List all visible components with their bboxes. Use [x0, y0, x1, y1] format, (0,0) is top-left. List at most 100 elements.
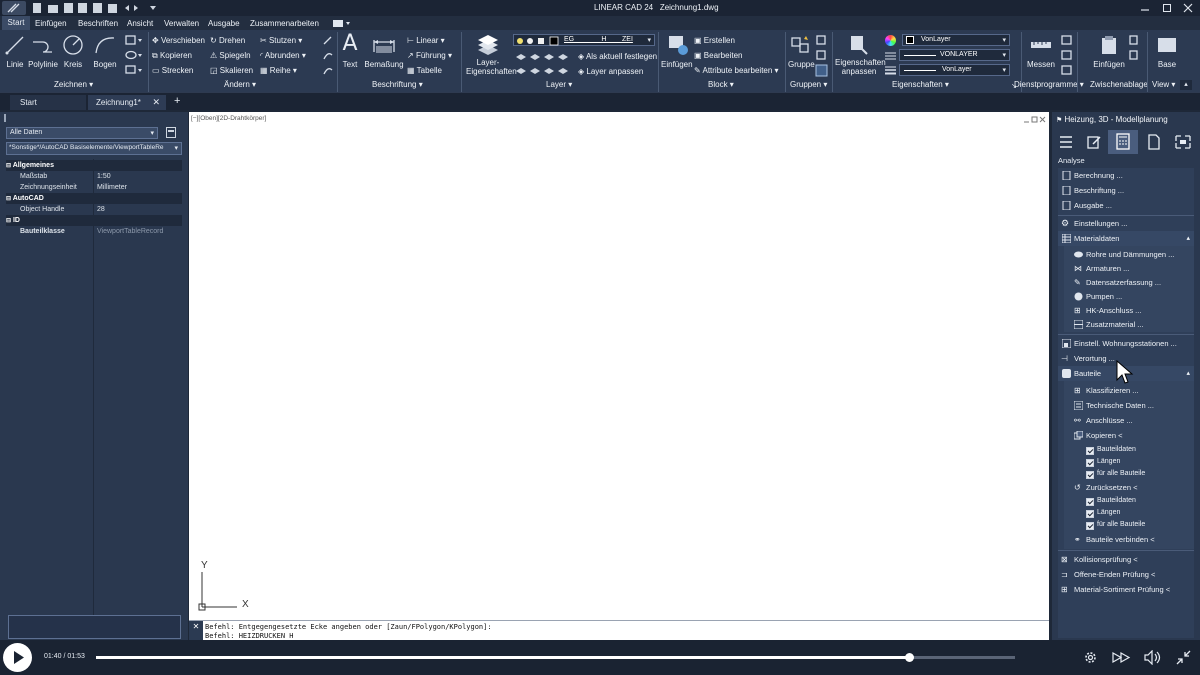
utility-icons[interactable] — [1060, 34, 1074, 80]
play-button[interactable] — [3, 643, 32, 672]
tab-zeichnung1[interactable]: Zeichnung1* ✕ — [88, 95, 166, 110]
filter-dropdown[interactable]: Alle Daten ▾ — [6, 127, 158, 139]
app-logo-icon[interactable] — [2, 1, 26, 15]
path-dropdown[interactable]: *Sonstige*/AutoCAD Basiselemente/Viewpor… — [6, 142, 182, 155]
group-label-gruppen[interactable]: Gruppen ▾ — [790, 80, 827, 89]
kopieren-item[interactable]: Kopieren < — [1058, 428, 1194, 443]
zurueck-bauteildaten-checkbox[interactable] — [1086, 498, 1094, 506]
close-tab-icon[interactable]: ✕ — [152, 95, 160, 110]
zurueck-laengen-checkbox[interactable] — [1086, 510, 1094, 518]
layer-set-current-button[interactable]: ◈ Als aktuell festlegen — [578, 52, 657, 61]
drehen-button[interactable]: ↻ Drehen — [210, 36, 245, 45]
tabelle-button[interactable]: ▦ Tabelle — [407, 66, 442, 75]
pumpen-item[interactable]: Pumpen ... — [1058, 289, 1194, 304]
draw-polyline-button[interactable]: Polylinie — [28, 34, 58, 70]
datensatz-item[interactable]: ✎ Datensatzerfassung ... — [1058, 275, 1194, 290]
prop-row[interactable]: Zeichnungseinheit Millimeter — [6, 182, 182, 193]
match-properties-button[interactable]: Eigenschaften anpassen — [835, 34, 886, 76]
kopieren-bauteildaten-checkbox[interactable] — [1086, 447, 1094, 455]
playback-speed-icon[interactable] — [1112, 650, 1132, 665]
kopieren-laengen-checkbox[interactable] — [1086, 459, 1094, 467]
group-label-block[interactable]: Block ▾ — [708, 80, 734, 89]
color-combo[interactable]: VonLayer ▾ — [902, 34, 1010, 46]
material-sortiment-item[interactable]: ⊞ Material-Sortiment Prüfung < — [1058, 582, 1194, 597]
close-button[interactable] — [1183, 3, 1193, 13]
beschriftung-item[interactable]: Beschriftung ... — [1058, 183, 1194, 198]
paste-button[interactable]: Einfügen — [1092, 34, 1126, 74]
armaturen-item[interactable]: ⋈ Armaturen ... — [1058, 261, 1194, 276]
network-icon[interactable] — [1174, 134, 1192, 150]
block-edit-button[interactable]: ▣ Bearbeiten — [694, 51, 742, 60]
kopieren-button[interactable]: ⧉ Kopieren — [152, 51, 192, 61]
group-label-layer[interactable]: Layer ▾ — [546, 80, 572, 89]
command-close-icon[interactable]: ✕ — [189, 621, 203, 641]
block-insert-button[interactable]: Einfügen — [661, 34, 693, 74]
maximize-button[interactable] — [1162, 3, 1172, 13]
kollisionspruefung-item[interactable]: ⊠ Kollisionsprüfung < — [1058, 552, 1194, 567]
panel-grip[interactable] — [4, 114, 6, 122]
bauteile-verbinden-item[interactable]: ⚭ Bauteile verbinden < — [1058, 532, 1194, 547]
prop-row[interactable]: Object Handle 28 — [6, 204, 182, 215]
linear-button[interactable]: ⊢ Linear ▾ — [407, 36, 445, 45]
zusatzmaterial-item[interactable]: Zusatzmaterial ... — [1058, 317, 1194, 332]
section-autocad[interactable]: ⊟ AutoCAD — [6, 193, 182, 204]
filter-settings-icon[interactable] — [166, 127, 176, 138]
measure-button[interactable]: Messen — [1025, 34, 1057, 74]
prop-row[interactable]: Bauteilklasse ViewportTableRecord — [6, 226, 182, 237]
section-allgemeines[interactable]: ⊟ Allgemeines — [6, 160, 182, 171]
tab-start-doc[interactable]: Start — [10, 95, 86, 110]
prop-row[interactable]: Maßstab 1:50 — [6, 171, 182, 182]
offene-enden-item[interactable]: ⊐ Offene-Enden Prüfung < — [1058, 567, 1194, 582]
text-button[interactable]: A Text — [340, 32, 360, 72]
reihe-button[interactable]: ▦ Reihe ▾ — [260, 66, 297, 75]
spiegeln-button[interactable]: ⚠ Spiegeln — [210, 51, 251, 60]
anschluesse-item[interactable]: ⚯ Anschlüsse ... — [1058, 413, 1194, 428]
materialdaten-header[interactable]: Materialdaten ▴ — [1058, 231, 1194, 246]
draw-extra-tools[interactable] — [124, 34, 146, 74]
linetype-combo[interactable]: VONLAYER ▾ — [899, 49, 1010, 61]
menu-icon[interactable] — [1058, 134, 1074, 150]
fuehrung-button[interactable]: ↗ Führung ▾ — [407, 51, 452, 60]
draw-line-button[interactable]: Linie — [4, 34, 26, 70]
group-label-eigenschaften[interactable]: Eigenschaften ▾ — [892, 80, 949, 89]
layer-combo[interactable]: EG_______H____ZEI ▾ — [513, 34, 655, 46]
group-tools-icons[interactable] — [815, 34, 829, 80]
base-view-button[interactable]: Base — [1152, 34, 1182, 74]
new-tab-button[interactable]: + — [174, 95, 180, 108]
volume-icon[interactable] — [1144, 650, 1162, 665]
strecken-button[interactable]: ▭ Strecken — [152, 66, 193, 75]
stutzen-button[interactable]: ✂ Stutzen ▾ — [260, 36, 302, 45]
tab-start[interactable]: Start — [2, 16, 30, 30]
lineweight-combo[interactable]: VonLayer ▾ — [899, 64, 1010, 76]
calculator-icon[interactable] — [1108, 130, 1138, 154]
wohnungsstationen-item[interactable]: Einstell. Wohnungsstationen ... — [1058, 336, 1194, 351]
hk-anschluss-item[interactable]: ⊞ HK-Anschluss ... — [1058, 303, 1194, 318]
kopieren-alle-checkbox[interactable] — [1086, 471, 1094, 479]
clipboard-icons[interactable] — [1128, 34, 1140, 74]
draw-circle-button[interactable]: Kreis — [60, 34, 86, 70]
drawing-canvas[interactable]: [−][Oben][2D-Drahtkörper] Y X — [189, 112, 1049, 620]
technische-daten-item[interactable]: Technische Daten ... — [1058, 398, 1194, 413]
group-label-dienstprogramme[interactable]: Dienstprogramme ▾ — [1014, 80, 1084, 89]
tab-ansicht[interactable]: Ansicht — [127, 19, 153, 28]
progress-handle[interactable] — [905, 653, 915, 662]
edit-icon[interactable] — [1086, 134, 1102, 150]
abrunden-button[interactable]: ◜ Abrunden ▾ — [260, 51, 306, 60]
group-label-aendern[interactable]: Ändern ▾ — [224, 80, 256, 89]
minimize-button[interactable] — [1140, 3, 1150, 13]
section-id[interactable]: ⊟ ID — [6, 215, 182, 226]
layer-properties-button[interactable]: Layer- Eigenschaften — [466, 34, 517, 76]
zurueck-alle-checkbox[interactable] — [1086, 522, 1094, 530]
block-create-button[interactable]: ▣ Erstellen — [694, 36, 735, 45]
skalieren-button[interactable]: ◲ Skalieren — [210, 66, 253, 75]
viewport-controls[interactable]: [−][Oben][2D-Drahtkörper] — [191, 115, 266, 122]
gruppe-button[interactable]: Gruppe — [788, 34, 815, 74]
group-label-zwischenablage[interactable]: Zwischenablage — [1090, 80, 1148, 89]
group-label-view[interactable]: View ▾ — [1152, 80, 1175, 89]
exit-fullscreen-icon[interactable] — [1176, 650, 1191, 665]
group-label-zeichnen[interactable]: Zeichnen ▾ — [54, 80, 93, 89]
pencil-icon[interactable] — [322, 34, 334, 80]
layer-tool-icons[interactable] — [514, 50, 584, 76]
draw-arc-button[interactable]: Bogen — [92, 34, 118, 70]
group-label-beschriftung[interactable]: Beschriftung ▾ — [372, 80, 423, 89]
